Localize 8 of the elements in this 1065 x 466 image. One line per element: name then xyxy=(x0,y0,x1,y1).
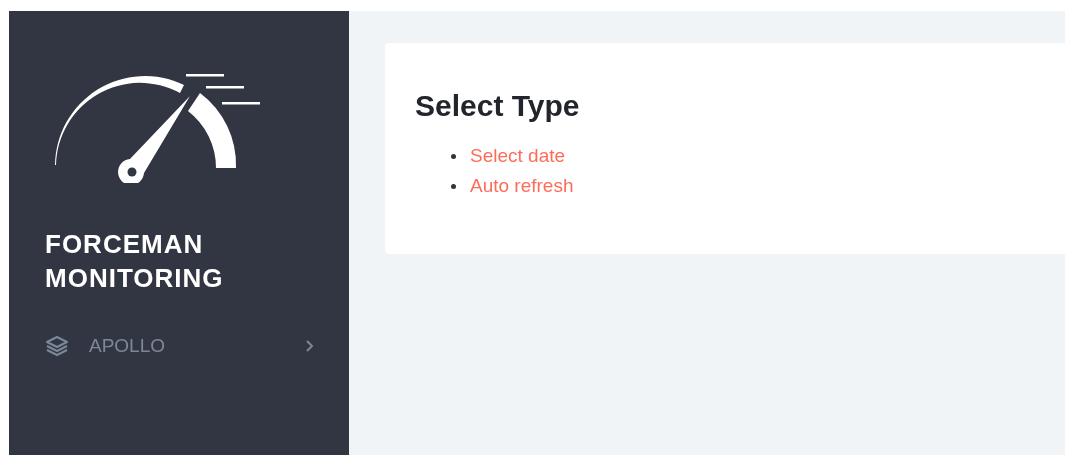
card-title: Select Type xyxy=(415,89,581,123)
nav-item[interactable]: APOLLO xyxy=(45,335,315,357)
bullet-icon xyxy=(451,153,456,159)
layers-icon xyxy=(45,335,69,357)
bullet-icon xyxy=(451,183,456,189)
link[interactable]: Select date xyxy=(470,145,566,167)
brand-title: FORCEMAN MONITORING xyxy=(45,228,225,295)
link[interactable]: Auto refresh xyxy=(470,175,574,197)
